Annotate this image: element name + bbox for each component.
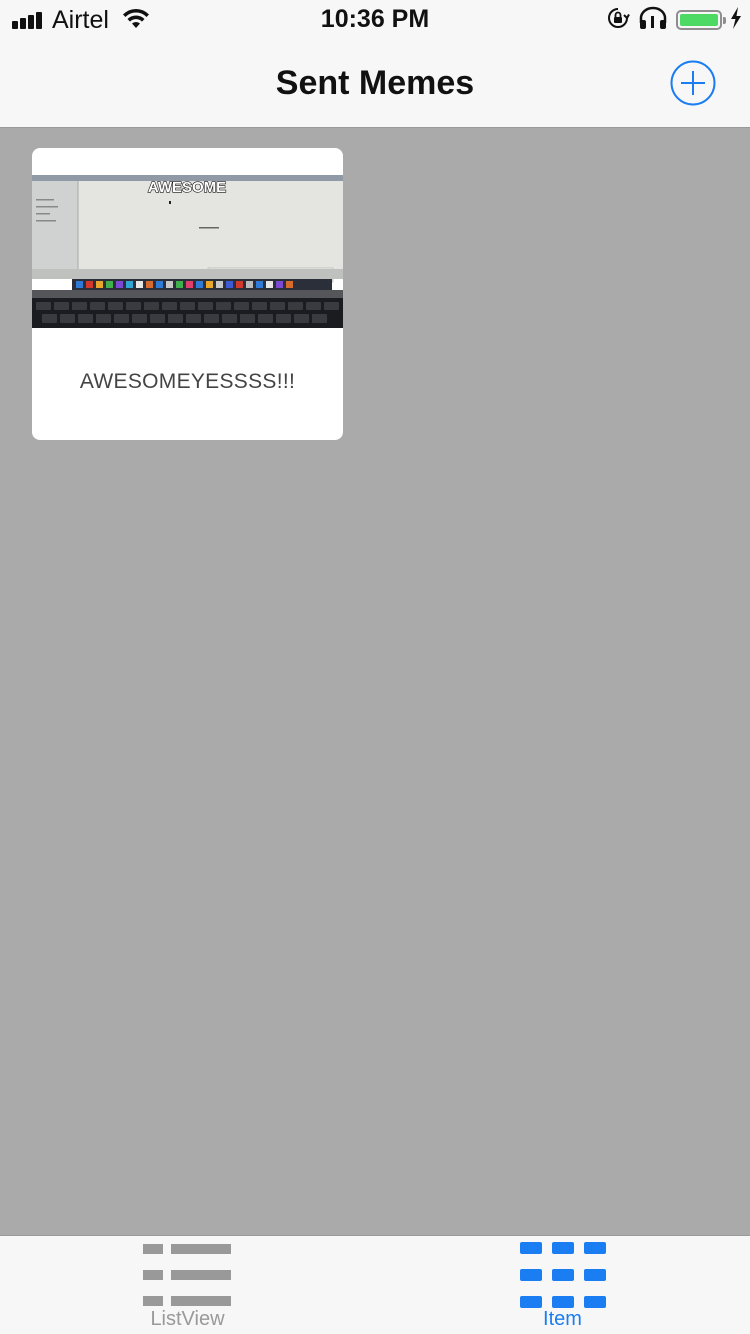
grid-icon (518, 1242, 608, 1313)
battery-level (680, 14, 718, 26)
battery-tip (723, 17, 726, 24)
rotation-lock-icon (606, 6, 630, 35)
headphones-icon (638, 6, 668, 35)
tab-bar: ListView Item (0, 1235, 750, 1334)
tab-listview-label: ListView (150, 1308, 225, 1330)
meme-image: AWESOME (32, 175, 343, 328)
screen: Airtel 10:36 PM Sent Memes AWESOME AWESO… (0, 0, 750, 1334)
tab-listview[interactable]: ListView (0, 1236, 375, 1334)
status-right-group (598, 6, 742, 34)
meme-caption: AWESOMEYESSSS!!! (79, 370, 296, 393)
battery-icon (676, 10, 726, 30)
add-meme-button[interactable] (670, 60, 716, 106)
meme-top-text: AWESOME (148, 179, 226, 196)
status-bar: Airtel 10:36 PM (0, 0, 750, 40)
navigation-bar: Sent Memes (0, 40, 750, 128)
list-icon (142, 1242, 233, 1311)
page-title: Sent Memes (275, 64, 475, 102)
meme-card[interactable]: AWESOME AWESOMEYESSSS!!! (32, 148, 343, 440)
plus-circle-icon (670, 60, 716, 106)
meme-collection[interactable]: AWESOME AWESOMEYESSSS!!! (0, 128, 750, 1235)
tab-item[interactable]: Item (375, 1236, 750, 1334)
tab-item-label: Item (543, 1308, 582, 1330)
charging-bolt-icon (730, 6, 742, 34)
